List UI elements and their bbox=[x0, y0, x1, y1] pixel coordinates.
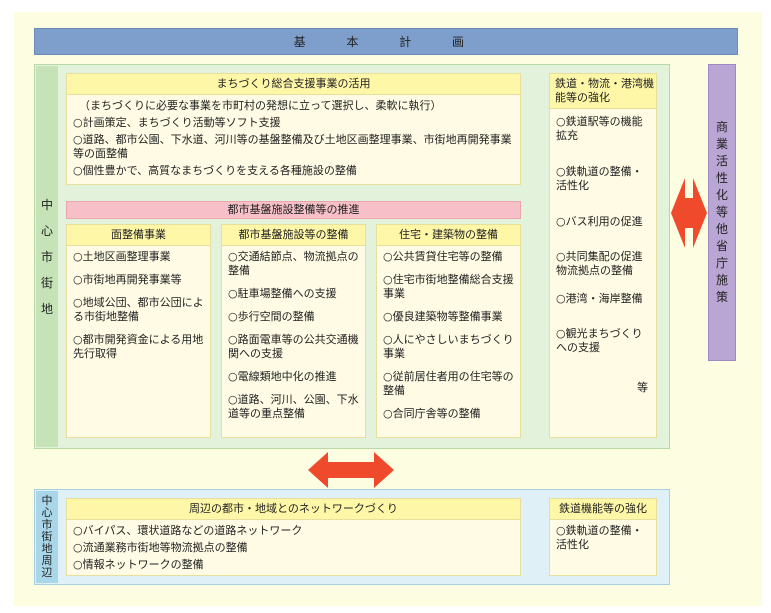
list-item: ○電線類地中化の推進 bbox=[228, 370, 337, 383]
label-char: 活 bbox=[715, 154, 728, 168]
label-char: 施 bbox=[715, 273, 728, 287]
list-item: ○バス利用の促進 bbox=[556, 215, 643, 228]
label-char: 庁 bbox=[715, 256, 728, 270]
rail-logistics-box: 鉄道・物流・港湾機能等の強化 ○鉄道駅等の機能拡充 ○鉄軌道の整備・活性化 ○バ… bbox=[549, 73, 657, 438]
label-char: 市 bbox=[40, 249, 53, 264]
list-item: ○合同庁舎等の整備 bbox=[383, 407, 481, 420]
list-item: ○バイパス、環状道路などの道路ネットワーク bbox=[73, 524, 303, 537]
label-char: 商 bbox=[715, 120, 728, 134]
list-item: ○港湾・海岸整備 bbox=[556, 292, 643, 305]
label-char: 辺 bbox=[41, 566, 53, 579]
list-item: ○歩行空間の整備 bbox=[228, 310, 315, 323]
housing-building-head: 住宅・建築物の整備 bbox=[377, 225, 520, 246]
label-char: 中 bbox=[40, 197, 53, 212]
label-char: 省 bbox=[715, 239, 728, 253]
area-development-box: 面整備事業 ○土地区画整理事業 ○市街地再開発事業等 ○地域公団、都市公団による… bbox=[66, 224, 211, 438]
list-item: ○従前居住者用の住宅等の整備 bbox=[383, 370, 514, 397]
list-item: ○地域公団、都市公団による市街地整備 bbox=[73, 296, 204, 323]
list-item: ○住宅市街地整備総合支援事業 bbox=[383, 273, 514, 300]
horizontal-double-arrow bbox=[671, 178, 707, 248]
network-head: 周辺の都市・地域とのネットワークづくり bbox=[67, 499, 520, 520]
urban-infrastructure-bar: 都市基盤施設整備等の推進 bbox=[66, 201, 521, 219]
support-item: ○道路、都市公園、下水道、河川等の基盤整備及び土地区画整理事業、市街地再開発事業… bbox=[73, 133, 512, 160]
list-item: ○鉄道駅等の機能拡充 bbox=[556, 115, 643, 142]
label-char: 街 bbox=[40, 275, 53, 290]
housing-building-box: 住宅・建築物の整備 ○公共賃貸住宅等の整備 ○住宅市街地整備総合支援事業 ○優良… bbox=[376, 224, 521, 438]
list-item: ○都市開発資金による用地先行取得 bbox=[73, 333, 204, 360]
label-char: 策 bbox=[715, 290, 728, 304]
list-item: ○路面電車等の公共交通機関への支援 bbox=[228, 333, 359, 360]
label-char: 化 bbox=[715, 188, 728, 202]
list-item: ○交通結節点、物流拠点の整備 bbox=[228, 250, 359, 277]
basic-plan-title: 基 本 計 画 bbox=[34, 28, 738, 55]
network-box: 周辺の都市・地域とのネットワークづくり ○バイパス、環状道路などの道路ネットワー… bbox=[66, 498, 521, 576]
comprehensive-support-box: まちづくり総合支援事業の活用 （まちづくりに必要な事業を市町村の発想に立って選択… bbox=[66, 73, 521, 185]
list-item: ○鉄軌道の整備・活性化 bbox=[556, 165, 643, 192]
support-item: ○個性豊かで、高質なまちづくりを支える各種施設の整備 bbox=[73, 164, 357, 177]
list-item: ○観光まちづくりへの支援 bbox=[556, 327, 643, 354]
label-char: 心 bbox=[40, 223, 53, 238]
list-item: ○流通業務市街地等物流拠点の整備 bbox=[73, 541, 248, 554]
label-char: 地 bbox=[40, 301, 53, 316]
periphery-label: 中心市街地周辺 bbox=[36, 491, 58, 583]
vertical-double-arrow bbox=[308, 452, 394, 488]
list-item: ○共同集配の促進 物流拠点の整備 bbox=[556, 250, 643, 277]
rail-logistics-head: 鉄道・物流・港湾機能等の強化 bbox=[550, 74, 656, 109]
list-item: ○優良建築物等整備事業 bbox=[383, 310, 503, 323]
central-city-label: 中心市街地 bbox=[36, 66, 58, 447]
list-item: ○人にやさしいまちづくり事業 bbox=[383, 333, 514, 360]
list-item: ○情報ネットワークの整備 bbox=[73, 558, 204, 571]
periphery-rail-head: 鉄道機能等の強化 bbox=[550, 499, 656, 520]
infrastructure-facility-box: 都市基盤施設等の整備 ○交通結節点、物流拠点の整備 ○駐車場整備への支援 ○歩行… bbox=[221, 224, 366, 438]
list-item: ○鉄軌道の整備・活性化 bbox=[556, 524, 643, 551]
infrastructure-facility-head: 都市基盤施設等の整備 bbox=[222, 225, 365, 246]
label-char: 等 bbox=[715, 205, 728, 219]
list-item: ○道路、河川、公園、下水道等の重点整備 bbox=[228, 393, 359, 420]
label-char: 他 bbox=[715, 222, 728, 236]
label-char: 業 bbox=[715, 137, 728, 151]
list-item: ○駐車場整備への支援 bbox=[228, 287, 337, 300]
list-item: ○市街地再開発事業等 bbox=[73, 273, 182, 286]
area-development-head: 面整備事業 bbox=[67, 225, 210, 246]
comprehensive-support-head: まちづくり総合支援事業の活用 bbox=[67, 74, 520, 95]
list-item: ○公共賃貸住宅等の整備 bbox=[383, 250, 503, 263]
etc-note: 等 bbox=[637, 381, 648, 394]
list-item: ○土地区画整理事業 bbox=[73, 250, 171, 263]
support-item: （まちづくりに必要な事業を市町村の発想に立って選択し、柔軟に執行） bbox=[79, 99, 442, 112]
periphery-rail-box: 鉄道機能等の強化 ○鉄軌道の整備・活性化 bbox=[549, 498, 657, 576]
label-char: 性 bbox=[715, 171, 728, 185]
support-item: ○計画策定、まちづくり活動等ソフト支援 bbox=[73, 116, 281, 129]
other-ministries-label: 商業活性化等他省庁施策 bbox=[708, 64, 736, 361]
